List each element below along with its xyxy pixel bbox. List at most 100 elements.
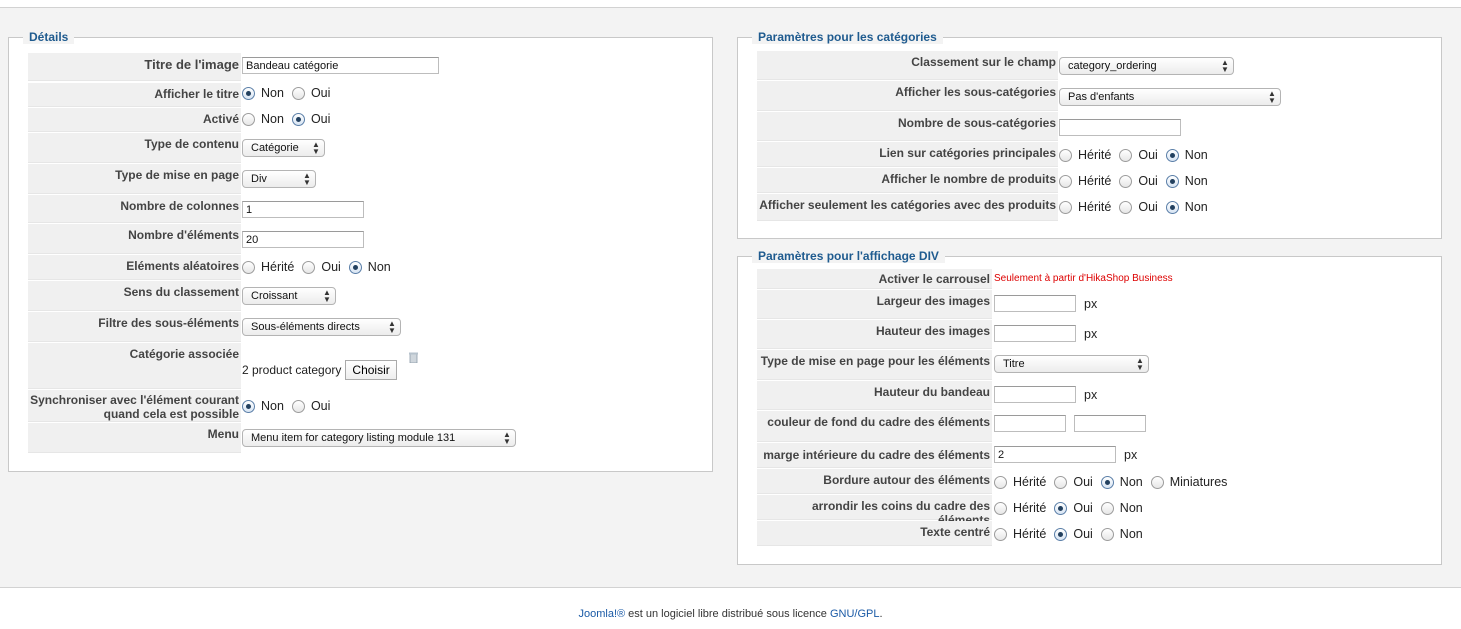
select-value: category_ordering (1068, 60, 1157, 72)
radio-unchecked-icon[interactable] (1150, 475, 1164, 489)
div-type-mise-select[interactable]: Titre ▲ ▼ (994, 355, 1149, 373)
aleatoires-non[interactable]: Non (348, 260, 391, 274)
nb-colonnes-input[interactable] (242, 201, 364, 218)
nb-sous-cat-input[interactable] (1059, 119, 1181, 136)
afficher-titre-oui[interactable]: Oui (291, 86, 330, 100)
bordure-non[interactable]: Non (1100, 475, 1143, 489)
lien-herite[interactable]: Hérité (1059, 148, 1111, 162)
titre-input[interactable] (242, 57, 439, 74)
type-mise-select[interactable]: Div ▲ ▼ (242, 170, 316, 188)
seulement-oui[interactable]: Oui (1119, 200, 1158, 214)
footer: Joomla!® est un logiciel libre distribué… (0, 608, 1461, 620)
active-oui[interactable]: Oui (291, 112, 330, 126)
radio-unchecked-icon[interactable] (242, 112, 255, 126)
radio-checked-icon[interactable] (1165, 200, 1179, 214)
sous-cat-select[interactable]: Pas d'enfants ▲ ▼ (1059, 88, 1281, 106)
radio-unchecked-icon[interactable] (1119, 200, 1133, 214)
radio-unchecked-icon[interactable] (1059, 200, 1072, 214)
radio-label: Non (261, 399, 284, 413)
radio-checked-icon[interactable] (291, 112, 305, 126)
radio-unchecked-icon[interactable] (1059, 174, 1072, 188)
largeur-input[interactable] (994, 295, 1076, 312)
radio-unchecked-icon[interactable] (1119, 148, 1133, 162)
select-value: Sous-éléments directs (251, 321, 360, 333)
radio-checked-icon[interactable] (1100, 475, 1114, 489)
radio-checked-icon[interactable] (348, 260, 362, 274)
radio-unchecked-icon[interactable] (1054, 475, 1068, 489)
hauteur-input[interactable] (994, 325, 1076, 342)
centre-label: Texte centré (757, 521, 992, 546)
centre-non[interactable]: Non (1100, 527, 1143, 541)
radio-checked-icon[interactable] (242, 86, 255, 100)
license-link[interactable]: GNU/GPL (830, 608, 880, 620)
radio-unchecked-icon[interactable] (242, 260, 255, 274)
nb-produits-radios: Hérité Oui Non (1059, 174, 1216, 188)
nb-produits-herite[interactable]: Hérité (1059, 174, 1111, 188)
radio-checked-icon[interactable] (1054, 501, 1068, 515)
radio-unchecked-icon[interactable] (291, 399, 305, 413)
nb-produits-non[interactable]: Non (1165, 174, 1208, 188)
couleur-group (994, 415, 1146, 432)
couleur-input-1[interactable] (994, 415, 1066, 432)
seulement-radios: Hérité Oui Non (1059, 200, 1216, 214)
centre-herite[interactable]: Hérité (994, 527, 1046, 541)
nb-produits-oui[interactable]: Oui (1119, 174, 1158, 188)
radio-checked-icon[interactable] (1165, 148, 1179, 162)
radio-checked-icon[interactable] (1054, 527, 1068, 541)
classement-select[interactable]: category_ordering ▲ ▼ (1059, 57, 1234, 75)
bordure-herite[interactable]: Hérité (994, 475, 1046, 489)
radio-unchecked-icon[interactable] (994, 527, 1007, 541)
radio-unchecked-icon[interactable] (1100, 527, 1114, 541)
joomla-link[interactable]: Joomla!® (578, 608, 625, 620)
aleatoires-herite[interactable]: Hérité (242, 260, 294, 274)
lien-oui[interactable]: Oui (1119, 148, 1158, 162)
afficher-titre-non[interactable]: Non (242, 86, 284, 100)
nb-elements-input[interactable] (242, 231, 364, 248)
arrondir-oui[interactable]: Oui (1054, 501, 1093, 515)
radio-label: Oui (1073, 475, 1093, 489)
choisir-button[interactable]: Choisir (345, 360, 397, 380)
radio-unchecked-icon[interactable] (1119, 174, 1133, 188)
largeur-label: Largeur des images (757, 290, 992, 319)
radio-checked-icon[interactable] (242, 399, 255, 413)
sync-non[interactable]: Non (242, 399, 284, 413)
radio-unchecked-icon[interactable] (1059, 148, 1072, 162)
select-arrows-icon: ▲ ▼ (1268, 89, 1276, 105)
active-non[interactable]: Non (242, 112, 284, 126)
aleatoires-oui[interactable]: Oui (302, 260, 341, 274)
radio-label: Non (1184, 148, 1208, 162)
arrondir-non[interactable]: Non (1100, 501, 1143, 515)
radio-unchecked-icon[interactable] (994, 475, 1007, 489)
radio-unchecked-icon[interactable] (1100, 501, 1114, 515)
select-arrows-icon: ▲ ▼ (388, 319, 396, 335)
seulement-non[interactable]: Non (1165, 200, 1208, 214)
centre-oui[interactable]: Oui (1054, 527, 1093, 541)
couleur-input-2[interactable] (1074, 415, 1146, 432)
bordure-miniatures[interactable]: Miniatures (1150, 475, 1227, 489)
trash-icon[interactable] (408, 352, 418, 363)
couleur-label: couleur de fond du cadre des éléments (757, 411, 992, 442)
radio-unchecked-icon[interactable] (302, 260, 316, 274)
radio-label: Non (1119, 527, 1143, 541)
hauteur-label: Hauteur des images (757, 320, 992, 349)
menu-select[interactable]: Menu item for category listing module 13… (242, 429, 516, 447)
type-contenu-select[interactable]: Catégorie ▲ ▼ (242, 139, 325, 157)
radio-unchecked-icon[interactable] (994, 501, 1007, 515)
aleatoires-label: Eléments aléatoires (28, 255, 241, 280)
lien-non[interactable]: Non (1165, 148, 1208, 162)
radio-checked-icon[interactable] (1165, 174, 1179, 188)
unit-label: px (1084, 326, 1098, 341)
radio-unchecked-icon[interactable] (291, 86, 305, 100)
marge-input[interactable] (994, 446, 1116, 463)
hauteur-bandeau-input[interactable] (994, 386, 1076, 403)
sync-oui[interactable]: Oui (291, 399, 330, 413)
categories-legend: Paramètres pour les catégories (752, 30, 943, 44)
seulement-herite[interactable]: Hérité (1059, 200, 1111, 214)
bordure-oui[interactable]: Oui (1054, 475, 1093, 489)
afficher-titre-radios: Non Oui (242, 86, 338, 100)
filtre-select[interactable]: Sous-éléments directs ▲ ▼ (242, 318, 401, 336)
sens-select[interactable]: Croissant ▲ ▼ (242, 287, 336, 305)
active-label: Activé (28, 108, 241, 132)
arrondir-herite[interactable]: Hérité (994, 501, 1046, 515)
select-value: Div (251, 173, 267, 185)
